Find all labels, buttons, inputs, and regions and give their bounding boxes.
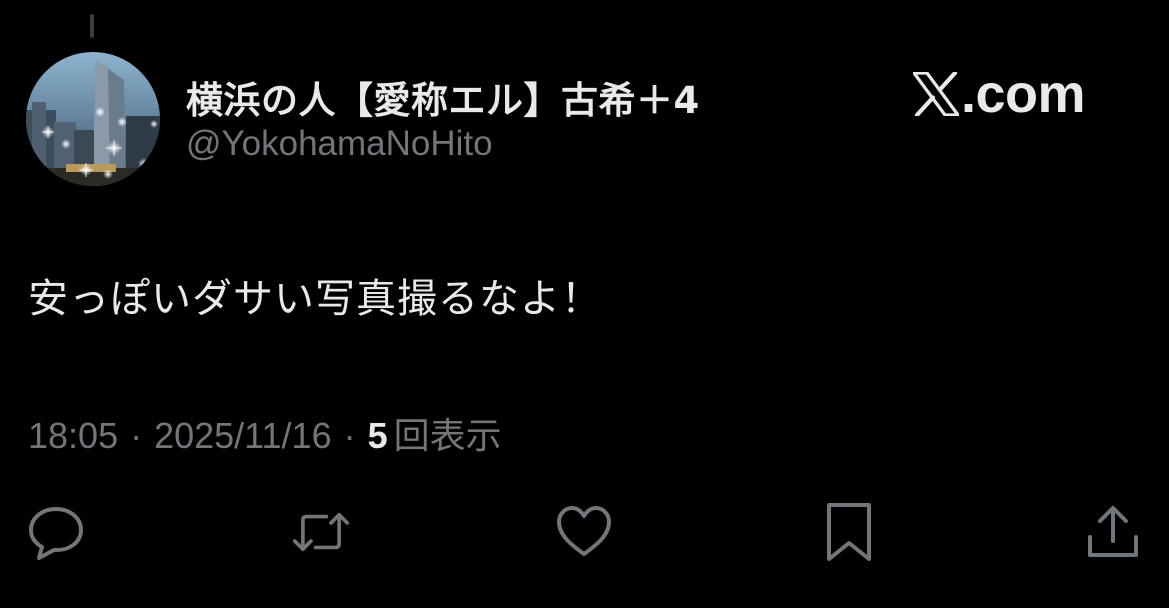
brand-watermark: .com — [913, 64, 1086, 124]
repost-arrows-icon — [292, 512, 350, 552]
bookmark-icon — [827, 503, 871, 561]
share-upload-icon — [1088, 506, 1138, 557]
avatar-image — [26, 52, 160, 186]
speech-bubble-icon — [29, 507, 83, 560]
reply-button[interactable] — [27, 503, 85, 561]
x-logo-icon — [913, 72, 959, 116]
avatar[interactable] — [26, 52, 160, 186]
brand-domain: .com — [961, 64, 1086, 124]
author-handle[interactable]: @YokohamaNoHito — [186, 124, 493, 164]
post-text: 安っぽいダサい写真撮るなよ！ — [28, 276, 602, 322]
views-count[interactable]: 5 — [368, 415, 388, 457]
like-button[interactable] — [555, 503, 613, 561]
post-meta: 18:05 · 2025/11/16 · 5 回表示 — [28, 407, 502, 459]
heart-icon — [557, 506, 611, 556]
views-label[interactable]: 回表示 — [394, 407, 502, 459]
meta-separator: · — [130, 415, 143, 456]
bookmark-button[interactable] — [820, 503, 878, 561]
post-date[interactable]: 2025/11/16 — [154, 415, 332, 457]
meta-separator-2: · — [343, 415, 356, 456]
share-button[interactable] — [1084, 503, 1142, 561]
author-display-name[interactable]: 横浜の人【愛称エル】古希＋4 — [186, 70, 700, 124]
repost-button[interactable] — [292, 503, 350, 561]
thread-connector-line — [90, 14, 94, 38]
post-time[interactable]: 18:05 — [28, 415, 118, 457]
